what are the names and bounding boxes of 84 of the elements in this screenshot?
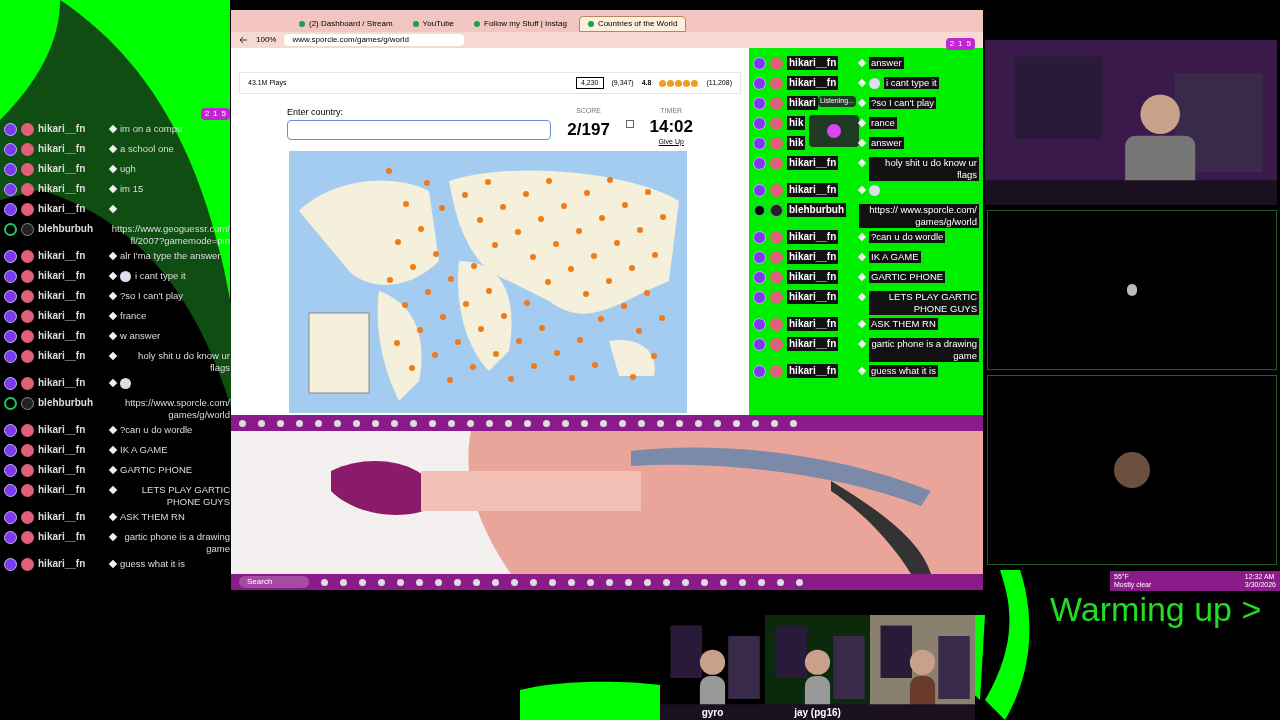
- chat-username: hikari__fn: [787, 230, 839, 244]
- chat-username: blehburbuh: [38, 396, 93, 410]
- chat-message: a school one: [120, 143, 174, 155]
- score-value: 2/197: [567, 118, 610, 141]
- chat-username: hikari__fn: [38, 349, 86, 363]
- chat-message: ASK THEM RN: [120, 511, 185, 523]
- chat-username: hikari__fn: [38, 329, 86, 343]
- chat-message: i cant type it: [884, 77, 939, 89]
- chat-username: hikari__fn: [787, 76, 839, 90]
- chat-username: hikari__fn: [38, 376, 86, 390]
- chat-message: w answer: [120, 330, 161, 342]
- chat-message: ?can u do wordle: [120, 424, 193, 436]
- chat-username: hikari__fn: [38, 309, 86, 323]
- browser-tab[interactable]: Countries of the World: [578, 16, 687, 32]
- field-label: Enter country:: [287, 106, 345, 119]
- chat-message: GARTIC PHONE: [869, 271, 946, 283]
- chat-message: guess what it is: [120, 558, 185, 570]
- chat-message: https:// www.sporcle.com/ games/g/world: [859, 204, 979, 228]
- chat-username: hikari__fn: [787, 156, 839, 170]
- chat-username: hikari__fn: [38, 249, 86, 263]
- status-text: Warming up >: [1050, 592, 1262, 626]
- chat-username: hikari__fn: [38, 557, 86, 571]
- chat-username: hikari__fn: [38, 122, 86, 136]
- chat-username: hikari__fn: [38, 202, 86, 216]
- url-field[interactable]: www.sporcle.com/games/g/world: [284, 34, 465, 46]
- chat-message: ?can u do wordle: [869, 231, 946, 243]
- stat-count: 2: [949, 38, 955, 50]
- chat-username: blehburbuh: [38, 222, 93, 236]
- chat-username: hikari__fn: [787, 290, 839, 304]
- chat-message: guess what it is: [869, 365, 938, 377]
- chat-username: hikari__fn: [787, 56, 839, 70]
- chat-username: hikari__fn: [38, 510, 86, 524]
- participant-name: jay (pg16): [794, 706, 841, 720]
- stat-count: 1: [958, 38, 963, 50]
- chat-message: answer: [869, 57, 904, 69]
- chat-message: IK A GAME: [120, 444, 168, 456]
- chat-username: hikari__fn: [787, 183, 839, 197]
- chat-username: hik: [787, 116, 806, 130]
- chat-message: france: [120, 310, 147, 322]
- chat-message: ugh: [120, 163, 136, 175]
- chat-message: ?so I can't play: [869, 97, 937, 109]
- chat-username: hikari__fn: [38, 289, 86, 303]
- stat-count: 1: [213, 108, 218, 120]
- chat-username: hikari__fn: [38, 269, 86, 283]
- chat-message: alr I'ma type the answer: [120, 250, 221, 262]
- chat-message: LETS PLAY GARTIC PHONE GUYS: [140, 484, 230, 508]
- chat-username: hikari__fn: [38, 423, 86, 437]
- chat-message: IK A GAME: [869, 251, 921, 263]
- chat-message: i cant type it: [135, 270, 186, 282]
- chat-username: hikari__fn: [38, 162, 86, 176]
- browser-tab[interactable]: YouTube: [404, 16, 463, 32]
- participant-name: gyro: [701, 706, 724, 720]
- chat-username: hikari: [787, 96, 818, 110]
- chat-message: ?so I can't play: [120, 290, 184, 302]
- stat-count: 2: [204, 108, 210, 120]
- zoom-level: 100%: [256, 34, 277, 46]
- chat-username: hikari__fn: [38, 142, 86, 156]
- timer-value: 14:02: [649, 116, 693, 137]
- chat-message: answer: [869, 137, 904, 149]
- chat-message: holy shit u do know ur flags: [869, 157, 979, 181]
- search-field[interactable]: Search: [239, 576, 309, 588]
- chat-username: hikari__fn: [787, 337, 839, 351]
- chat-message: GARTIC PHONE: [120, 464, 193, 476]
- chat-username: hikari__fn: [38, 182, 86, 196]
- browser-tab[interactable]: (2) Dashboard / Stream: [291, 16, 401, 32]
- chat-username: hikari__fn: [787, 250, 839, 264]
- stat-count: 5: [966, 38, 971, 50]
- chat-username: blehburbuh: [787, 203, 846, 217]
- browser-tab[interactable]: Follow my Stuff | Instag: [466, 16, 575, 32]
- chat-username: hikari__fn: [38, 483, 86, 497]
- stat-count: 5: [221, 108, 226, 120]
- chat-message: LETS PLAY GARTIC PHONE GUYS: [869, 291, 979, 315]
- chat-message: im 15: [120, 183, 144, 195]
- chat-message: rance: [869, 117, 897, 129]
- chat-username: hikari__fn: [787, 270, 839, 284]
- chat-username: hikari__fn: [38, 463, 86, 477]
- chat-message: ASK THEM RN: [869, 318, 938, 330]
- chat-username: hikari__fn: [38, 530, 86, 544]
- chat-username: hikari__fn: [38, 443, 86, 457]
- chat-username: hikari__fn: [787, 364, 839, 378]
- chat-message: https://www.sporcle.com/ games/g/world: [123, 397, 230, 421]
- chat-username: hikari__fn: [787, 317, 839, 331]
- chat-username: hik: [787, 136, 806, 150]
- chat-message: holy shit u do know ur flags: [137, 350, 230, 374]
